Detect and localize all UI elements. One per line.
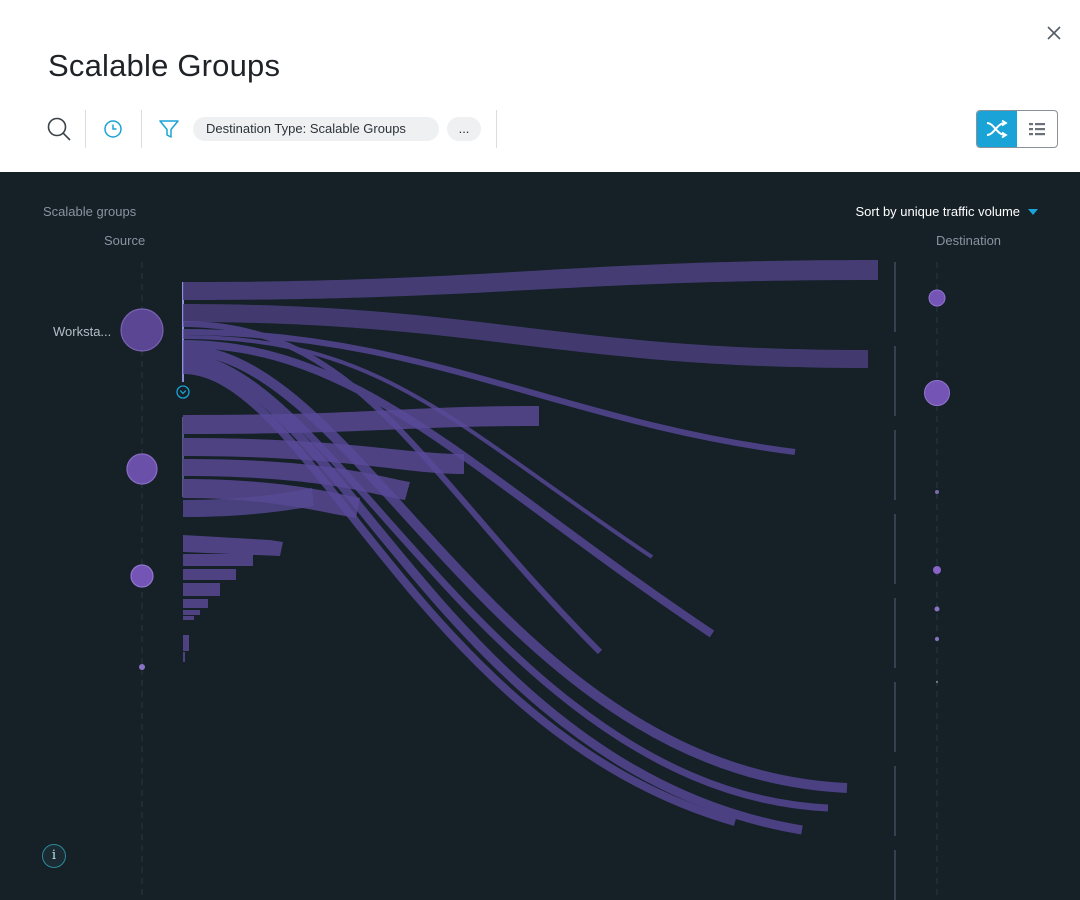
view-toggle	[976, 110, 1058, 148]
close-icon[interactable]	[1043, 22, 1065, 44]
flow-panel: Scalable groups Source Destination Works…	[0, 172, 1080, 900]
destination-header: Destination	[936, 233, 1002, 248]
source-node[interactable]	[139, 664, 145, 670]
flow-stub	[183, 652, 185, 662]
toolbar-divider	[141, 110, 142, 148]
flow-chart	[120, 260, 950, 900]
clock-icon[interactable]	[100, 116, 126, 142]
source-node[interactable]	[130, 564, 154, 588]
shuffle-icon	[986, 120, 1008, 138]
flow-stub	[183, 554, 253, 566]
source-node-label: Worksta...	[53, 324, 112, 339]
more-filters-chip[interactable]: ...	[447, 117, 481, 141]
list-icon	[1029, 123, 1045, 136]
section-label: Scalable groups	[43, 204, 137, 219]
flow-band	[183, 260, 878, 300]
flow-stub	[183, 610, 200, 615]
info-icon[interactable]: i	[42, 844, 66, 868]
destination-node[interactable]	[934, 606, 940, 612]
flow-stub	[183, 569, 236, 580]
toolbar-divider	[85, 110, 86, 148]
list-view-button[interactable]	[1017, 111, 1057, 147]
source-header: Source	[104, 233, 146, 248]
sort-label: Sort by unique traffic volume	[855, 204, 1020, 219]
filter-icon[interactable]	[156, 116, 182, 142]
destination-node[interactable]	[935, 490, 939, 494]
toolbar-divider	[496, 110, 497, 148]
flow-stub	[183, 616, 194, 620]
flow-stub	[183, 406, 539, 434]
flow-stub	[183, 535, 283, 556]
destination-node[interactable]	[935, 637, 939, 641]
sort-dropdown[interactable]: Sort by unique traffic volume	[855, 204, 1038, 219]
filter-chip-destination-type[interactable]: Destination Type: Scalable Groups	[193, 117, 439, 141]
dialog-header: Scalable Groups Destination Type: Scalab…	[0, 0, 1080, 172]
flow-stub	[183, 599, 208, 608]
flow-stub	[183, 635, 189, 651]
caret-down-icon	[1028, 208, 1038, 215]
flow-stub	[183, 583, 220, 596]
destination-node[interactable]	[928, 289, 946, 307]
chevron-down-icon[interactable]	[176, 385, 190, 399]
flow-view-button[interactable]	[977, 111, 1017, 147]
dialog-title: Scalable Groups	[48, 48, 281, 83]
destination-node[interactable]	[933, 566, 941, 574]
source-node[interactable]	[126, 453, 158, 485]
search-icon[interactable]	[46, 116, 72, 142]
destination-node[interactable]	[936, 681, 938, 683]
destination-node[interactable]	[924, 380, 950, 406]
source-node[interactable]	[120, 308, 164, 352]
